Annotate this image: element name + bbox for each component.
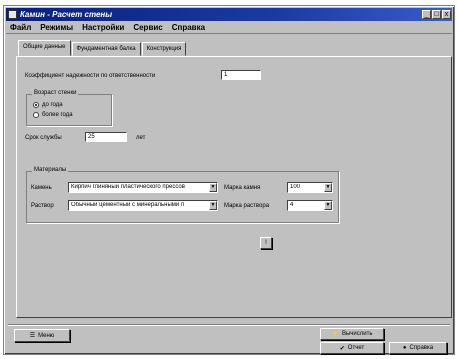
- minimize-button[interactable]: _: [422, 10, 431, 19]
- stone-grade-value: 100: [290, 184, 301, 190]
- report-button-label: Отчет: [347, 345, 365, 351]
- stone-value: Кирпич глиняный пластического прессов: [71, 184, 185, 190]
- service-life-input[interactable]: 25: [85, 132, 127, 142]
- stone-select[interactable]: Кирпич глиняный пластического прессов ▼: [68, 182, 218, 193]
- tab-panel-general: Коэффициент надежности по ответственност…: [16, 56, 452, 318]
- menu-button[interactable]: ☰ Меню: [14, 329, 70, 342]
- tab-strip: Общие данные Фундаментная балка Конструк…: [18, 40, 187, 56]
- reliability-label: Коэффициент надежности по ответственност…: [25, 73, 156, 79]
- help-button[interactable]: ● Справка: [389, 342, 447, 354]
- menu-service[interactable]: Сервис: [133, 23, 162, 32]
- chevron-down-icon: ▼: [324, 183, 332, 192]
- menu-bar: Файл Режимы Настройки Сервис Справка: [6, 22, 452, 34]
- chevron-down-icon: ▼: [209, 183, 217, 192]
- stone-grade-select[interactable]: 100 ▼: [287, 182, 333, 193]
- calculate-button-label: Вычислить: [341, 331, 373, 337]
- menu-button-label: Меню: [38, 332, 55, 339]
- mortar-grade-value: 4: [290, 202, 294, 208]
- service-life-unit: лет: [136, 135, 146, 141]
- wall-age-group: Возраст стенки до года более года: [26, 90, 112, 126]
- menu-settings[interactable]: Настройки: [82, 23, 124, 32]
- materials-group: Материалы Камень Кирпич глиняный пластич…: [26, 167, 339, 223]
- close-button[interactable]: x: [442, 10, 451, 19]
- stone-label: Камень: [31, 185, 52, 191]
- mortar-grade-select[interactable]: 4 ▼: [287, 200, 333, 211]
- menu-modes[interactable]: Режимы: [40, 23, 73, 32]
- help-icon: ●: [402, 345, 407, 351]
- chevron-down-icon: ▼: [209, 201, 217, 210]
- menu-list-icon: ☰: [29, 333, 36, 339]
- radio-under-year[interactable]: до года: [33, 102, 63, 108]
- stone-grade-label: Марка камня: [224, 185, 261, 191]
- mortar-value: Обычный цементный с минеральными п: [71, 202, 185, 208]
- apply-icon: !: [265, 240, 267, 246]
- tab-foundation-beam[interactable]: Фундаментная балка: [71, 42, 141, 56]
- mortar-label: Раствор: [31, 203, 54, 209]
- report-button[interactable]: ✔ Отчет: [320, 342, 384, 354]
- report-check-icon: ✔: [339, 345, 345, 352]
- menu-help[interactable]: Справка: [172, 23, 205, 32]
- mortar-grade-label: Марка раствора: [224, 203, 270, 209]
- tab-general[interactable]: Общие данные: [18, 40, 71, 56]
- window-title: Камин - Расчет стены: [20, 10, 113, 19]
- radio-dot: [33, 112, 39, 118]
- reliability-input[interactable]: 1: [221, 70, 261, 80]
- materials-legend: Материалы: [32, 167, 69, 173]
- radio-over-year[interactable]: более года: [33, 112, 73, 118]
- help-button-label: Справка: [409, 345, 434, 351]
- radio-dot-selected: [33, 102, 39, 108]
- calculate-icon: ⚡: [331, 331, 339, 338]
- app-window: Камин - Расчет стены _ □ x Файл Режимы Н…: [3, 5, 455, 355]
- service-life-label: Срок службы: [25, 135, 62, 141]
- radio-over-year-label: более года: [42, 112, 73, 118]
- apply-button[interactable]: !: [260, 237, 272, 249]
- mortar-select[interactable]: Обычный цементный с минеральными п ▼: [68, 200, 218, 211]
- radio-under-year-label: до года: [42, 102, 63, 108]
- title-bar[interactable]: Камин - Расчет стены _ □ x: [6, 8, 452, 21]
- calculate-button[interactable]: ⚡ Вычислить: [320, 328, 384, 340]
- maximize-button[interactable]: □: [432, 10, 441, 19]
- chevron-down-icon: ▼: [324, 201, 332, 210]
- app-icon: [8, 10, 17, 19]
- wall-age-legend: Возраст стенки: [32, 90, 79, 96]
- menu-file[interactable]: Файл: [10, 23, 31, 32]
- bottom-separator: [8, 324, 450, 326]
- tab-construction[interactable]: Конструкция: [141, 42, 187, 56]
